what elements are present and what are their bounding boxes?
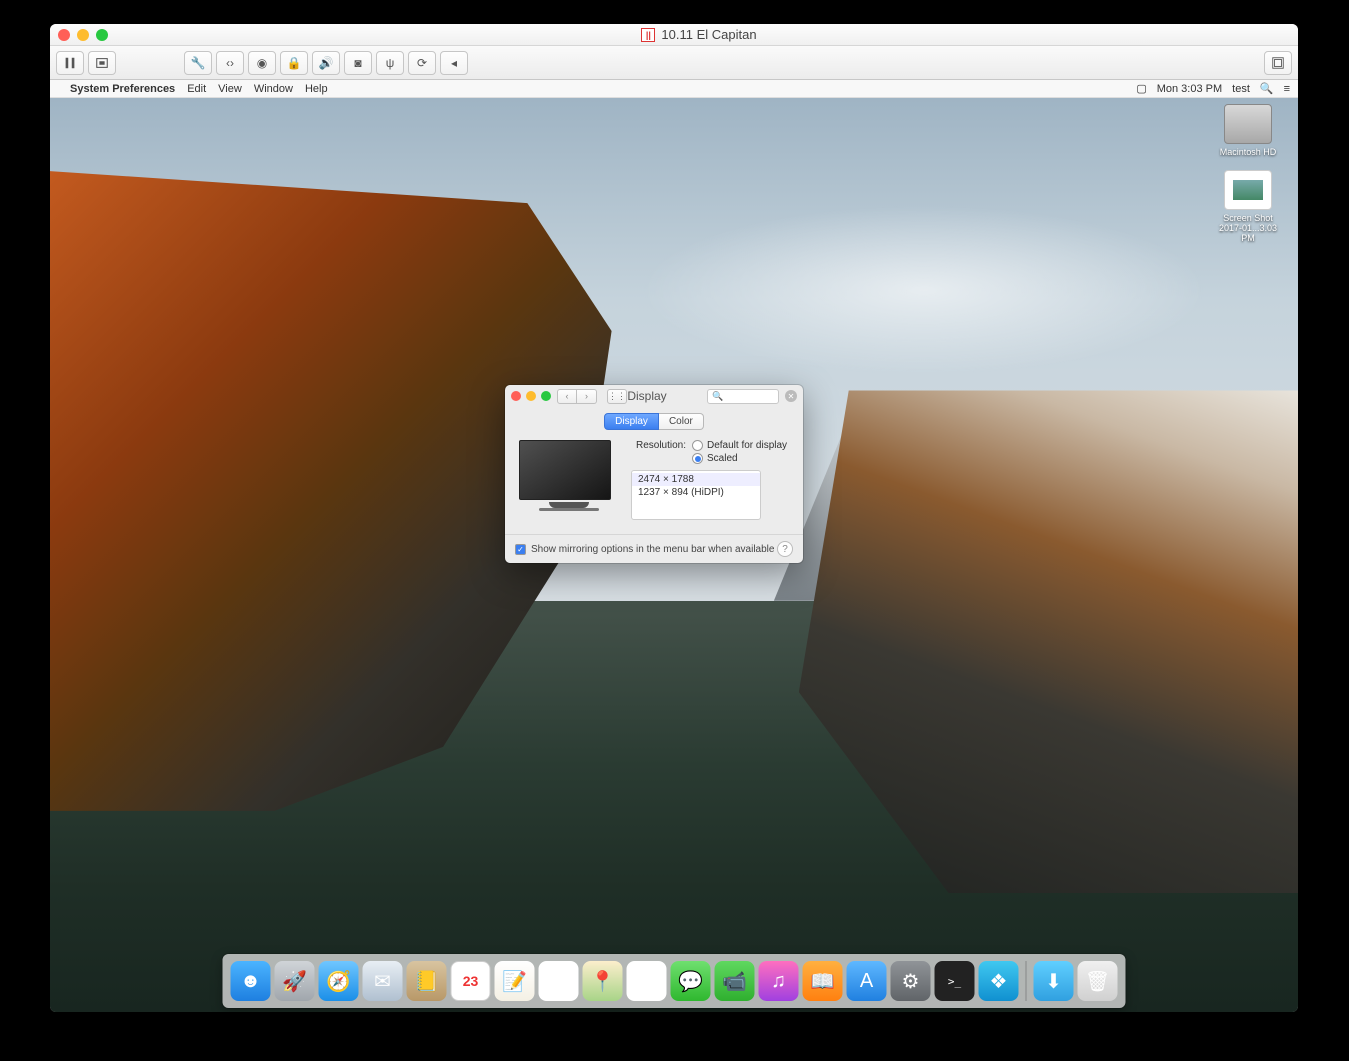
- dock-photos[interactable]: ✿: [627, 961, 667, 1001]
- pref-search-field[interactable]: 🔍: [707, 389, 779, 404]
- resolution-label: Resolution:: [631, 440, 686, 464]
- guest-screen: System Preferences EditViewWindowHelp ▢ …: [50, 80, 1298, 1012]
- desktop-icon-screenshot[interactable]: Screen Shot 2017-01...3.03 PM: [1216, 170, 1280, 243]
- pref-title: Display: [593, 389, 701, 403]
- tab-color[interactable]: Color: [659, 413, 704, 430]
- resolution-option[interactable]: 1237 × 894 (HiDPI): [632, 486, 760, 499]
- guest-menubar[interactable]: System Preferences EditViewWindowHelp ▢ …: [50, 80, 1298, 98]
- host-zoom-button[interactable]: [96, 29, 108, 41]
- dock-contacts[interactable]: 📒: [407, 961, 447, 1001]
- host-close-button[interactable]: [58, 29, 70, 41]
- dock-parallels[interactable]: ❖: [979, 961, 1019, 1001]
- lock-button[interactable]: 🔒: [280, 51, 308, 75]
- chevron-left-button[interactable]: ◂: [440, 51, 468, 75]
- disc-button[interactable]: ◉: [248, 51, 276, 75]
- menu-icon[interactable]: ≡: [1284, 83, 1290, 95]
- search-icon: 🔍: [712, 391, 723, 402]
- dock-finder[interactable]: ☻: [231, 961, 271, 1001]
- resize-button[interactable]: ‹›: [216, 51, 244, 75]
- screenshot-button[interactable]: [88, 51, 116, 75]
- pref-search-input[interactable]: [726, 391, 774, 401]
- radio-scaled[interactable]: Scaled: [692, 453, 787, 464]
- dock-terminal[interactable]: >_: [935, 961, 975, 1001]
- dock-separator: [1026, 961, 1027, 1001]
- dock-calendar[interactable]: 23: [451, 961, 491, 1001]
- dock[interactable]: ☻🚀🧭✉📒23📝☑📍✿💬📹♫📖A⚙>_❖ ⬇🗑: [223, 954, 1126, 1008]
- dock-downloads[interactable]: ⬇: [1034, 961, 1074, 1001]
- menu-window[interactable]: Window: [254, 83, 293, 95]
- airplay-icon[interactable]: ▢: [1136, 82, 1146, 95]
- dock-maps[interactable]: 📍: [583, 961, 623, 1001]
- dock-sysprefs[interactable]: ⚙: [891, 961, 931, 1001]
- settings-button[interactable]: 🔧: [184, 51, 212, 75]
- camera-button[interactable]: ◙: [344, 51, 372, 75]
- app-menu[interactable]: System Preferences: [70, 83, 175, 95]
- dock-facetime[interactable]: 📹: [715, 961, 755, 1001]
- display-preferences-window[interactable]: ‹ › ⋮⋮ Display 🔍 ✕ DisplayColor: [505, 385, 803, 563]
- dock-reminders[interactable]: ☑: [539, 961, 579, 1001]
- mirroring-checkbox[interactable]: ✓: [515, 544, 526, 555]
- resolution-list[interactable]: 2474 × 17881237 × 894 (HiDPI): [631, 470, 761, 520]
- pref-minimize-button[interactable]: [526, 391, 536, 401]
- menu-view[interactable]: View: [218, 83, 242, 95]
- sync-button[interactable]: ⟳: [408, 51, 436, 75]
- volume-button[interactable]: 🔊: [312, 51, 340, 75]
- radio-default[interactable]: Default for display: [692, 440, 787, 451]
- pause-button[interactable]: [56, 51, 84, 75]
- usb-button[interactable]: ψ: [376, 51, 404, 75]
- menu-help[interactable]: Help: [305, 83, 328, 95]
- dock-mail[interactable]: ✉: [363, 961, 403, 1001]
- host-minimize-button[interactable]: [77, 29, 89, 41]
- fullscreen-button[interactable]: [1264, 51, 1292, 75]
- host-title: || 10.11 El Capitan: [108, 27, 1290, 42]
- dock-messages[interactable]: 💬: [671, 961, 711, 1001]
- dock-trash[interactable]: 🗑: [1078, 961, 1118, 1001]
- host-window: || 10.11 El Capitan 🔧 ‹› ◉ 🔒 🔊 ◙ ψ ⟳ ◂ S…: [50, 24, 1298, 1012]
- menubar-user[interactable]: test: [1232, 83, 1250, 95]
- dock-ibooks[interactable]: 📖: [803, 961, 843, 1001]
- monitor-preview: [519, 440, 619, 520]
- dock-appstore[interactable]: A: [847, 961, 887, 1001]
- dock-notes[interactable]: 📝: [495, 961, 535, 1001]
- wallpaper: Macintosh HD Screen Shot 2017-01...3.03 …: [50, 98, 1298, 1012]
- dock-itunes[interactable]: ♫: [759, 961, 799, 1001]
- pref-close-button[interactable]: [511, 391, 521, 401]
- dock-launchpad[interactable]: 🚀: [275, 961, 315, 1001]
- mirroring-label: Show mirroring options in the menu bar w…: [531, 544, 774, 555]
- pref-search-clear[interactable]: ✕: [785, 390, 797, 402]
- help-button[interactable]: ?: [777, 541, 793, 557]
- desktop-icon-hd[interactable]: Macintosh HD: [1216, 104, 1280, 157]
- parallels-icon: ||: [641, 28, 655, 42]
- host-titlebar[interactable]: || 10.11 El Capitan: [50, 24, 1298, 46]
- menubar-time[interactable]: Mon 3:03 PM: [1157, 83, 1222, 95]
- menu-edit[interactable]: Edit: [187, 83, 206, 95]
- pref-zoom-button[interactable]: [541, 391, 551, 401]
- tab-display[interactable]: Display: [604, 413, 659, 430]
- dock-safari[interactable]: 🧭: [319, 961, 359, 1001]
- resolution-option[interactable]: 2474 × 1788: [632, 473, 760, 486]
- spotlight-icon[interactable]: 🔍: [1260, 82, 1274, 95]
- host-toolbar: 🔧 ‹› ◉ 🔒 🔊 ◙ ψ ⟳ ◂: [50, 46, 1298, 80]
- pref-back-button[interactable]: ‹: [557, 389, 577, 404]
